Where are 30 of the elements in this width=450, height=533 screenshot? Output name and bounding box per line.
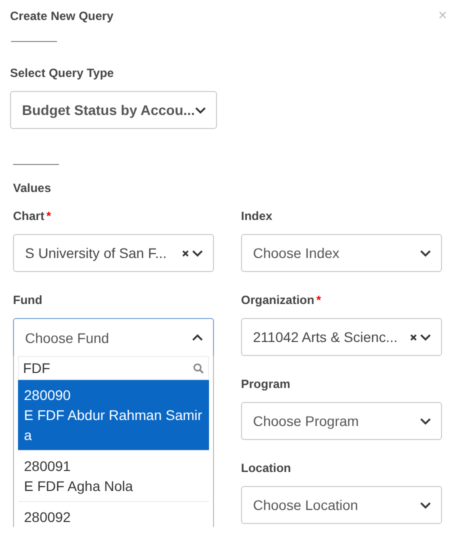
field-label: Location xyxy=(241,461,292,475)
search-field[interactable]: FDF xyxy=(18,356,209,380)
search-icon xyxy=(193,362,204,374)
dropdown-option[interactable]: 280092 xyxy=(18,502,209,527)
select-field[interactable]: Choose Program xyxy=(241,402,442,440)
field-label: Select Query Type xyxy=(10,66,115,80)
select-field[interactable]: Budget Status by Accou... xyxy=(10,91,217,129)
caret-up-icon xyxy=(192,334,203,341)
field-label: Index xyxy=(241,209,274,223)
field-label: Fund xyxy=(13,293,44,307)
caret-down-icon xyxy=(420,250,431,256)
caret-down-icon xyxy=(195,106,206,114)
dropdown-option[interactable]: 280090 E FDF Abdur Rahman Samira xyxy=(18,380,209,451)
dropdown-option[interactable]: 280091 E FDF Agha Nola xyxy=(18,451,209,502)
required-mark: * xyxy=(46,209,52,223)
required-mark: * xyxy=(316,293,322,307)
caret-down-icon xyxy=(420,334,431,340)
caret-down-icon xyxy=(192,250,203,256)
select-field[interactable]: Choose Location xyxy=(241,486,442,524)
select-field[interactable]: Choose Index xyxy=(241,234,442,272)
select-field[interactable]: S University of San F... xyxy=(13,234,214,272)
caret-down-icon xyxy=(420,418,431,424)
field-label: Chart * xyxy=(13,209,52,223)
select-field[interactable]: 211042 Arts & Scienc... xyxy=(241,318,442,356)
select-field[interactable]: Choose Fund xyxy=(13,318,214,356)
caret-down-icon xyxy=(420,502,431,508)
field-label: Program xyxy=(241,377,292,391)
dialog-title: Create New Query xyxy=(10,9,114,23)
field-label: Organization * xyxy=(241,293,322,307)
section-heading: Values xyxy=(13,181,52,195)
